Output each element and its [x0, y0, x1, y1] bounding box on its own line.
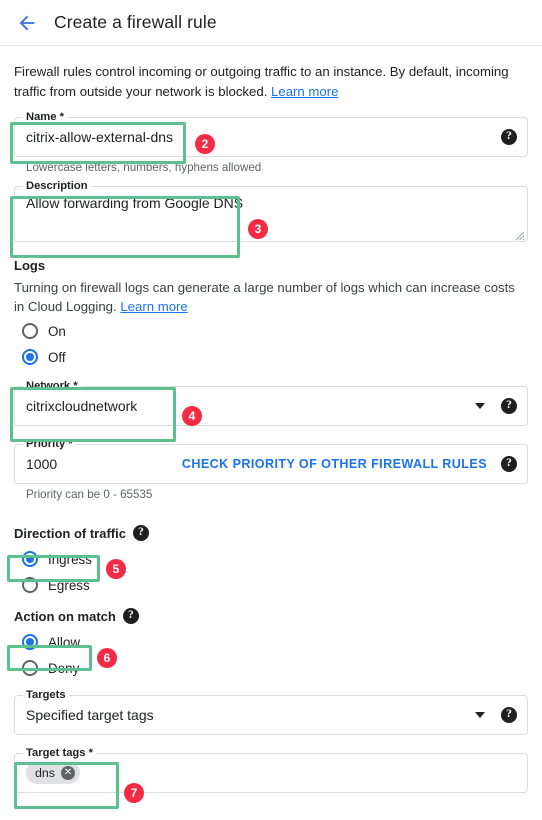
direction-help-icon[interactable]: ? — [132, 525, 149, 541]
radio-icon — [22, 323, 38, 339]
logs-learn-more-link[interactable]: Learn more — [120, 299, 187, 314]
name-helper-text: Lowercase letters, numbers, hyphens allo… — [26, 161, 262, 174]
radio-icon-selected — [22, 634, 38, 650]
name-field-label: Name * — [23, 111, 67, 124]
form-content: Firewall rules control incoming or outgo… — [0, 46, 542, 793]
chip-remove-icon[interactable]: ✕ — [60, 766, 75, 780]
direction-radio-ingress[interactable]: Ingress — [14, 546, 92, 572]
priority-field-label: Priority * — [23, 438, 76, 451]
direction-radio-egress-label: Egress — [48, 577, 90, 593]
action-heading: Action on match ? — [14, 608, 528, 624]
intro-text-body: Firewall rules control incoming or outgo… — [14, 64, 509, 99]
page-header: Create a firewall rule — [0, 0, 542, 46]
target-tag-chip-label: dns — [35, 766, 55, 780]
targets-field-label: Targets — [23, 689, 69, 702]
network-field-label: Network * — [23, 380, 81, 393]
direction-heading-label: Direction of traffic — [14, 525, 126, 541]
action-radio-allow-label: Allow — [48, 634, 80, 650]
action-radio-deny-label: Deny — [48, 660, 80, 676]
check-priority-button[interactable]: CHECK PRIORITY OF OTHER FIREWALL RULES — [182, 457, 487, 471]
target-tag-chip[interactable]: dns ✕ — [26, 762, 80, 784]
action-help-icon[interactable]: ? — [122, 608, 139, 624]
priority-help-icon[interactable]: ? — [501, 456, 517, 472]
page-title: Create a firewall rule — [54, 12, 217, 32]
logs-radio-off-label: Off — [48, 349, 66, 365]
chevron-down-icon[interactable] — [475, 712, 485, 718]
logs-description: Turning on firewall logs can generate a … — [14, 278, 524, 316]
name-field[interactable]: Name * citrix-allow-external-dns ? — [14, 111, 528, 157]
direction-radio-egress[interactable]: Egress — [14, 572, 90, 598]
chevron-down-icon[interactable] — [475, 403, 485, 409]
radio-icon — [22, 577, 38, 593]
target-tags-field[interactable]: Target tags * dns ✕ — [14, 747, 528, 793]
action-radio-allow[interactable]: Allow — [14, 629, 80, 655]
resize-grip-icon[interactable] — [513, 228, 525, 241]
radio-icon — [22, 660, 38, 676]
priority-helper-text: Priority can be 0 - 65535 — [26, 488, 153, 501]
network-help-icon[interactable]: ? — [501, 398, 517, 414]
action-radio-deny[interactable]: Deny — [14, 655, 79, 681]
name-help-icon[interactable]: ? — [501, 129, 517, 145]
logs-radio-on-label: On — [48, 323, 66, 339]
arrow-left-icon — [16, 12, 38, 34]
network-field[interactable]: Network * citrixcloudnetwork ? — [14, 380, 528, 426]
priority-field[interactable]: Priority * 1000 CHECK PRIORITY OF OTHER … — [14, 438, 528, 484]
description-field-label: Description — [23, 180, 91, 193]
name-input[interactable]: citrix-allow-external-dns — [26, 129, 501, 145]
targets-help-icon[interactable]: ? — [501, 707, 517, 723]
logs-heading: Logs — [14, 258, 46, 273]
intro-text: Firewall rules control incoming or outgo… — [14, 62, 514, 102]
priority-input[interactable]: 1000 — [26, 456, 182, 472]
action-heading-label: Action on match — [14, 608, 116, 624]
direction-heading: Direction of traffic ? — [14, 525, 528, 541]
radio-icon-selected — [22, 551, 38, 567]
targets-select-value[interactable]: Specified target tags — [26, 707, 475, 723]
back-button[interactable] — [14, 10, 40, 36]
logs-radio-off[interactable]: Off — [14, 344, 66, 370]
target-tags-input[interactable]: dns ✕ — [26, 762, 517, 784]
direction-radio-ingress-label: Ingress — [48, 551, 92, 567]
radio-icon-selected — [22, 349, 38, 365]
logs-radio-on[interactable]: On — [14, 318, 66, 344]
logs-description-body: Turning on firewall logs can generate a … — [14, 280, 515, 314]
network-select-value[interactable]: citrixcloudnetwork — [26, 398, 475, 414]
description-field[interactable]: Description Allow forwarding from Google… — [14, 180, 528, 242]
targets-field[interactable]: Targets Specified target tags ? — [14, 689, 528, 735]
intro-learn-more-link[interactable]: Learn more — [271, 84, 338, 99]
description-input[interactable]: Allow forwarding from Google DNS — [26, 195, 517, 211]
target-tags-field-label: Target tags * — [23, 747, 96, 760]
